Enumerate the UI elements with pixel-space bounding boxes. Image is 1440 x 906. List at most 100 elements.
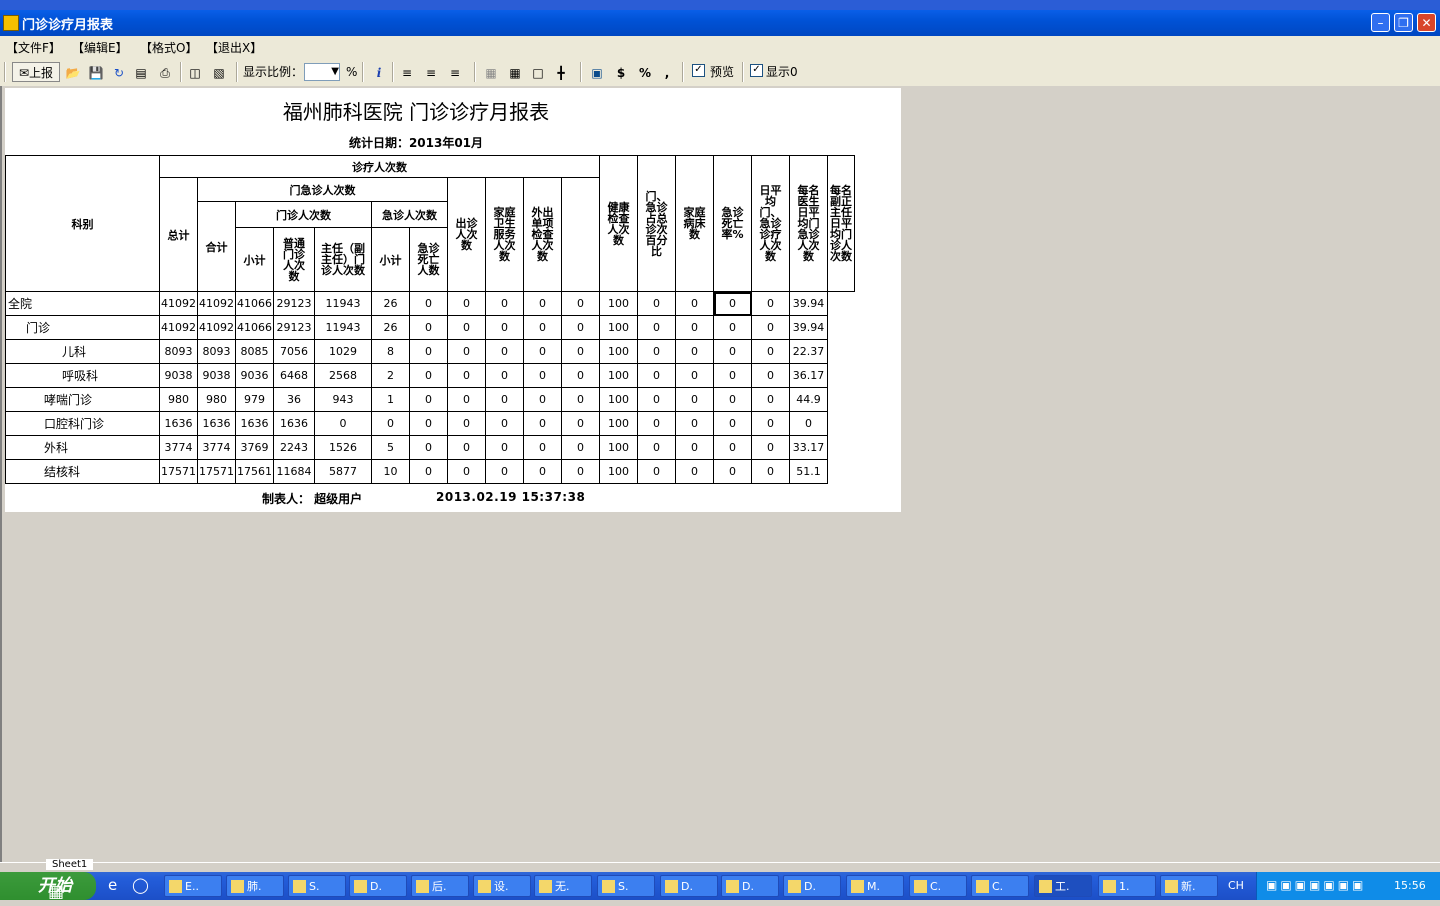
align-center-icon[interactable]: ≡: [422, 63, 440, 81]
taskbar-task-button[interactable]: 新.: [1160, 875, 1218, 897]
value-cell[interactable]: 0: [485, 411, 524, 436]
value-cell[interactable]: 36: [273, 387, 315, 412]
value-cell[interactable]: 0: [713, 411, 752, 436]
language-indicator[interactable]: CH: [1228, 879, 1244, 892]
value-cell[interactable]: 0: [409, 411, 448, 436]
taskbar-task-button[interactable]: C.: [909, 875, 967, 897]
close-button[interactable]: ✕: [1417, 13, 1436, 32]
value-cell[interactable]: 0: [409, 291, 448, 316]
value-cell[interactable]: 0: [789, 411, 828, 436]
value-cell[interactable]: 0: [485, 387, 524, 412]
value-cell[interactable]: 979: [235, 387, 274, 412]
value-cell[interactable]: 0: [523, 291, 562, 316]
value-cell[interactable]: 0: [713, 435, 752, 460]
border-none-icon[interactable]: ▦: [482, 63, 500, 81]
value-cell[interactable]: 0: [637, 291, 676, 316]
value-cell[interactable]: 0: [751, 387, 790, 412]
value-cell[interactable]: 1029: [314, 339, 372, 364]
value-cell[interactable]: 2568: [314, 363, 372, 388]
value-cell[interactable]: 0: [447, 459, 486, 484]
value-cell[interactable]: 0: [409, 387, 448, 412]
value-cell[interactable]: 39.94: [789, 291, 828, 316]
menu-edit[interactable]: 【编辑E】: [72, 39, 128, 56]
taskbar-task-button[interactable]: E..: [164, 875, 222, 897]
value-cell[interactable]: 0: [751, 435, 790, 460]
info-icon[interactable]: i: [370, 63, 388, 81]
value-cell[interactable]: 0: [637, 411, 676, 436]
taskbar-task-button[interactable]: D.: [349, 875, 407, 897]
value-cell[interactable]: 0: [447, 411, 486, 436]
value-cell[interactable]: 0: [675, 363, 714, 388]
ie-icon[interactable]: e: [108, 876, 128, 896]
value-cell[interactable]: 0: [447, 291, 486, 316]
print-icon[interactable]: ⎙: [156, 63, 174, 81]
value-cell[interactable]: 17571: [159, 459, 198, 484]
align-left-icon[interactable]: ≡: [398, 63, 416, 81]
value-cell[interactable]: 0: [523, 315, 562, 340]
value-cell[interactable]: 3769: [235, 435, 274, 460]
value-cell[interactable]: 0: [485, 363, 524, 388]
value-cell[interactable]: 1636: [273, 411, 315, 436]
menu-file[interactable]: 【文件F】: [6, 39, 61, 56]
print-preview-icon[interactable]: ▤: [132, 63, 150, 81]
taskbar-task-button[interactable]: 肺.: [226, 875, 284, 897]
value-cell[interactable]: 26: [371, 315, 410, 340]
value-cell[interactable]: 0: [561, 291, 600, 316]
value-cell[interactable]: 1636: [197, 411, 236, 436]
taskbar-task-button[interactable]: C.: [971, 875, 1029, 897]
value-cell[interactable]: 1526: [314, 435, 372, 460]
value-cell[interactable]: 2: [371, 363, 410, 388]
value-cell[interactable]: 11684: [273, 459, 315, 484]
value-cell[interactable]: 0: [523, 339, 562, 364]
zoom-select[interactable]: ▼: [304, 63, 340, 81]
value-cell[interactable]: 0: [409, 339, 448, 364]
value-cell[interactable]: 17571: [197, 459, 236, 484]
value-cell[interactable]: 0: [713, 363, 752, 388]
taskbar-task-button[interactable]: D.: [660, 875, 718, 897]
value-cell[interactable]: 980: [197, 387, 236, 412]
value-cell[interactable]: 0: [561, 363, 600, 388]
value-cell[interactable]: 0: [637, 459, 676, 484]
value-cell[interactable]: 7056: [273, 339, 315, 364]
value-cell[interactable]: 9038: [197, 363, 236, 388]
value-cell[interactable]: 51.1: [789, 459, 828, 484]
value-cell[interactable]: 0: [485, 291, 524, 316]
value-cell[interactable]: 0: [637, 315, 676, 340]
open-icon[interactable]: 📂: [64, 63, 82, 81]
value-cell[interactable]: 100: [599, 435, 638, 460]
value-cell[interactable]: 0: [675, 459, 714, 484]
value-cell[interactable]: 0: [485, 315, 524, 340]
value-cell[interactable]: 11943: [314, 315, 372, 340]
taskbar-task-button[interactable]: M.: [846, 875, 904, 897]
value-cell[interactable]: 8093: [197, 339, 236, 364]
percent-format-button[interactable]: %: [636, 63, 654, 81]
tray-icons[interactable]: ▣▣▣▣▣▣▣: [1266, 878, 1366, 892]
value-cell[interactable]: 0: [751, 411, 790, 436]
browser-icon[interactable]: ◯: [132, 876, 152, 896]
value-cell[interactable]: 10: [371, 459, 410, 484]
value-cell[interactable]: 9036: [235, 363, 274, 388]
value-cell[interactable]: 22.37: [789, 339, 828, 364]
value-cell[interactable]: 39.94: [789, 315, 828, 340]
taskbar-task-button[interactable]: 1.: [1098, 875, 1156, 897]
comma-format-button[interactable]: ,: [658, 63, 676, 81]
value-cell[interactable]: 0: [675, 411, 714, 436]
value-cell[interactable]: 0: [675, 435, 714, 460]
value-cell[interactable]: 0: [751, 315, 790, 340]
sheet-tab[interactable]: Sheet1: [46, 859, 94, 870]
value-cell[interactable]: 0: [523, 435, 562, 460]
value-cell[interactable]: 26: [371, 291, 410, 316]
value-cell[interactable]: 0: [409, 363, 448, 388]
value-cell[interactable]: 41066: [235, 315, 274, 340]
value-cell[interactable]: 0: [675, 315, 714, 340]
value-cell[interactable]: 41092: [159, 315, 198, 340]
value-cell[interactable]: 6468: [273, 363, 315, 388]
dept-name-cell[interactable]: 呼吸科: [5, 363, 160, 388]
taskbar-task-button[interactable]: 工.: [1034, 875, 1092, 897]
value-cell[interactable]: 100: [599, 459, 638, 484]
value-cell[interactable]: 29123: [273, 291, 315, 316]
value-cell[interactable]: 11943: [314, 291, 372, 316]
value-cell[interactable]: 0: [485, 339, 524, 364]
value-cell[interactable]: 0: [523, 411, 562, 436]
value-cell[interactable]: 1636: [159, 411, 198, 436]
